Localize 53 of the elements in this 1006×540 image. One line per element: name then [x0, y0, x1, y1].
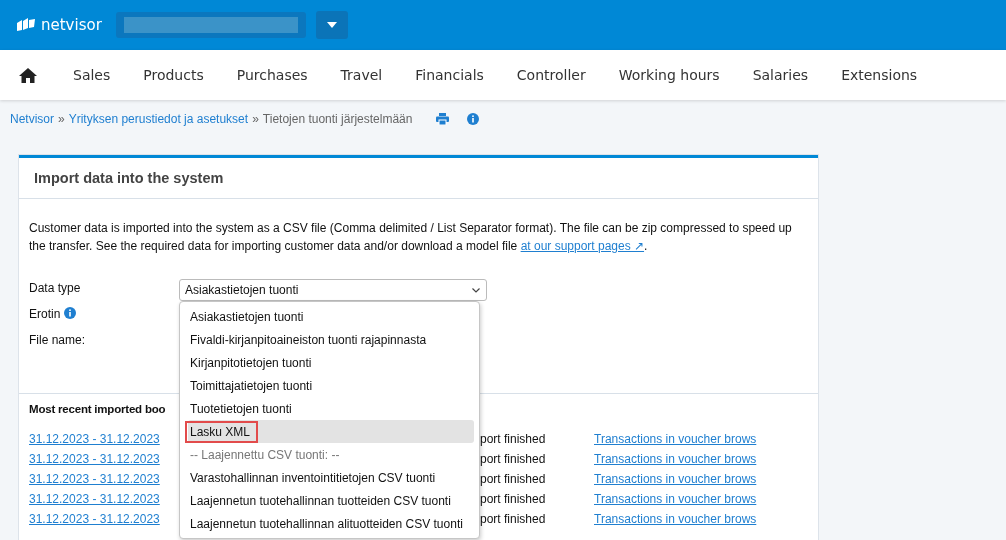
- chevron-icon: [472, 287, 480, 293]
- home-icon[interactable]: [19, 67, 37, 83]
- nav-tab[interactable]: Controller: [516, 67, 586, 83]
- dropdown-option[interactable]: Lasku XML: [188, 420, 474, 443]
- voucher-link[interactable]: Transactions in voucher brows: [594, 512, 757, 526]
- nav-tab[interactable]: Purchases: [236, 67, 308, 83]
- status-text: port finished: [480, 492, 547, 506]
- support-link[interactable]: at our support pages ↗: [520, 239, 645, 253]
- dropdown-option[interactable]: Asiakastietojen tuonti: [180, 305, 474, 328]
- card-title: Import data into the system: [34, 170, 224, 186]
- dropdown-button[interactable]: [316, 11, 348, 39]
- voucher-link[interactable]: Transactions in voucher brows: [594, 432, 757, 446]
- dropdown-option[interactable]: Tuotetietojen tuonti: [180, 397, 474, 420]
- print-icon[interactable]: [436, 113, 450, 125]
- company-field[interactable]: [116, 12, 306, 38]
- data-type-select[interactable]: Asiakastietojen tuonti: [179, 279, 487, 301]
- dropdown-option[interactable]: Toimittajatietojen tuonti: [180, 374, 474, 397]
- section-title: Most recent imported boo: [29, 403, 167, 417]
- nav-tab[interactable]: Extensions: [841, 67, 918, 83]
- voucher-link[interactable]: Transactions in voucher brows: [594, 492, 757, 506]
- status-text: port finished: [480, 452, 547, 466]
- dropdown-option[interactable]: Laajennetun tuotehallinnan alituotteiden CSV tuonti: [180, 512, 474, 535]
- info-icon[interactable]: [64, 307, 77, 319]
- field-label: File name:: [29, 333, 86, 347]
- nav-tab[interactable]: Salaries: [752, 67, 809, 83]
- breadcrumb-link[interactable]: Yrityksen perustiedot ja asetukset: [68, 112, 249, 126]
- nav-tab[interactable]: Products: [143, 67, 204, 83]
- nav-tab[interactable]: Financials: [415, 67, 484, 83]
- dropdown-option[interactable]: Laajennetun tuotehallinnan tuotteiden CSV tuonti: [180, 489, 474, 512]
- breadcrumb-current: Tietojen tuonti järjestelmään: [262, 112, 413, 126]
- field-label: Erotin: [29, 307, 61, 321]
- highlight-frame: Lasku XML: [185, 420, 259, 443]
- dropdown-option: -- Laajennettu CSV tuonti: --: [180, 443, 474, 466]
- status-text: port finished: [480, 512, 547, 526]
- dropdown-option[interactable]: Kirjanpitotietojen tuonti: [180, 351, 474, 374]
- field-label: Data type: [29, 281, 81, 295]
- dropdown-option[interactable]: Varastohallinnan inventointitietojen CSV tuonti: [180, 466, 474, 489]
- logo-icon: [16, 18, 36, 32]
- caret-icon: [327, 22, 337, 28]
- breadcrumb-link[interactable]: Netvisor: [10, 112, 54, 126]
- info-icon[interactable]: [467, 113, 480, 125]
- nav-tab[interactable]: Sales: [73, 67, 111, 83]
- dropdown-option[interactable]: Fivaldi-kirjanpitoaineiston tuonti rajapinnasta: [180, 328, 474, 351]
- nav-tab[interactable]: Working hours: [618, 67, 720, 83]
- breadcrumb-separator: »: [252, 112, 259, 126]
- voucher-link[interactable]: Transactions in voucher brows: [594, 472, 757, 486]
- breadcrumb-separator: »: [58, 112, 65, 126]
- logo[interactable]: netvisor: [16, 16, 116, 34]
- intro-text: Customer data is imported into the system as a CSV file (Comma delimited / List Separator format). The file can be zip compressed to speed up the transfer. See the required data for importing customer data and/or download a model file at our support pages ↗.: [29, 220, 793, 255]
- status-text: port finished: [480, 432, 547, 446]
- status-text: port finished: [480, 472, 547, 486]
- voucher-link[interactable]: Transactions in voucher brows: [594, 452, 757, 466]
- nav-tab[interactable]: Travel: [340, 67, 383, 83]
